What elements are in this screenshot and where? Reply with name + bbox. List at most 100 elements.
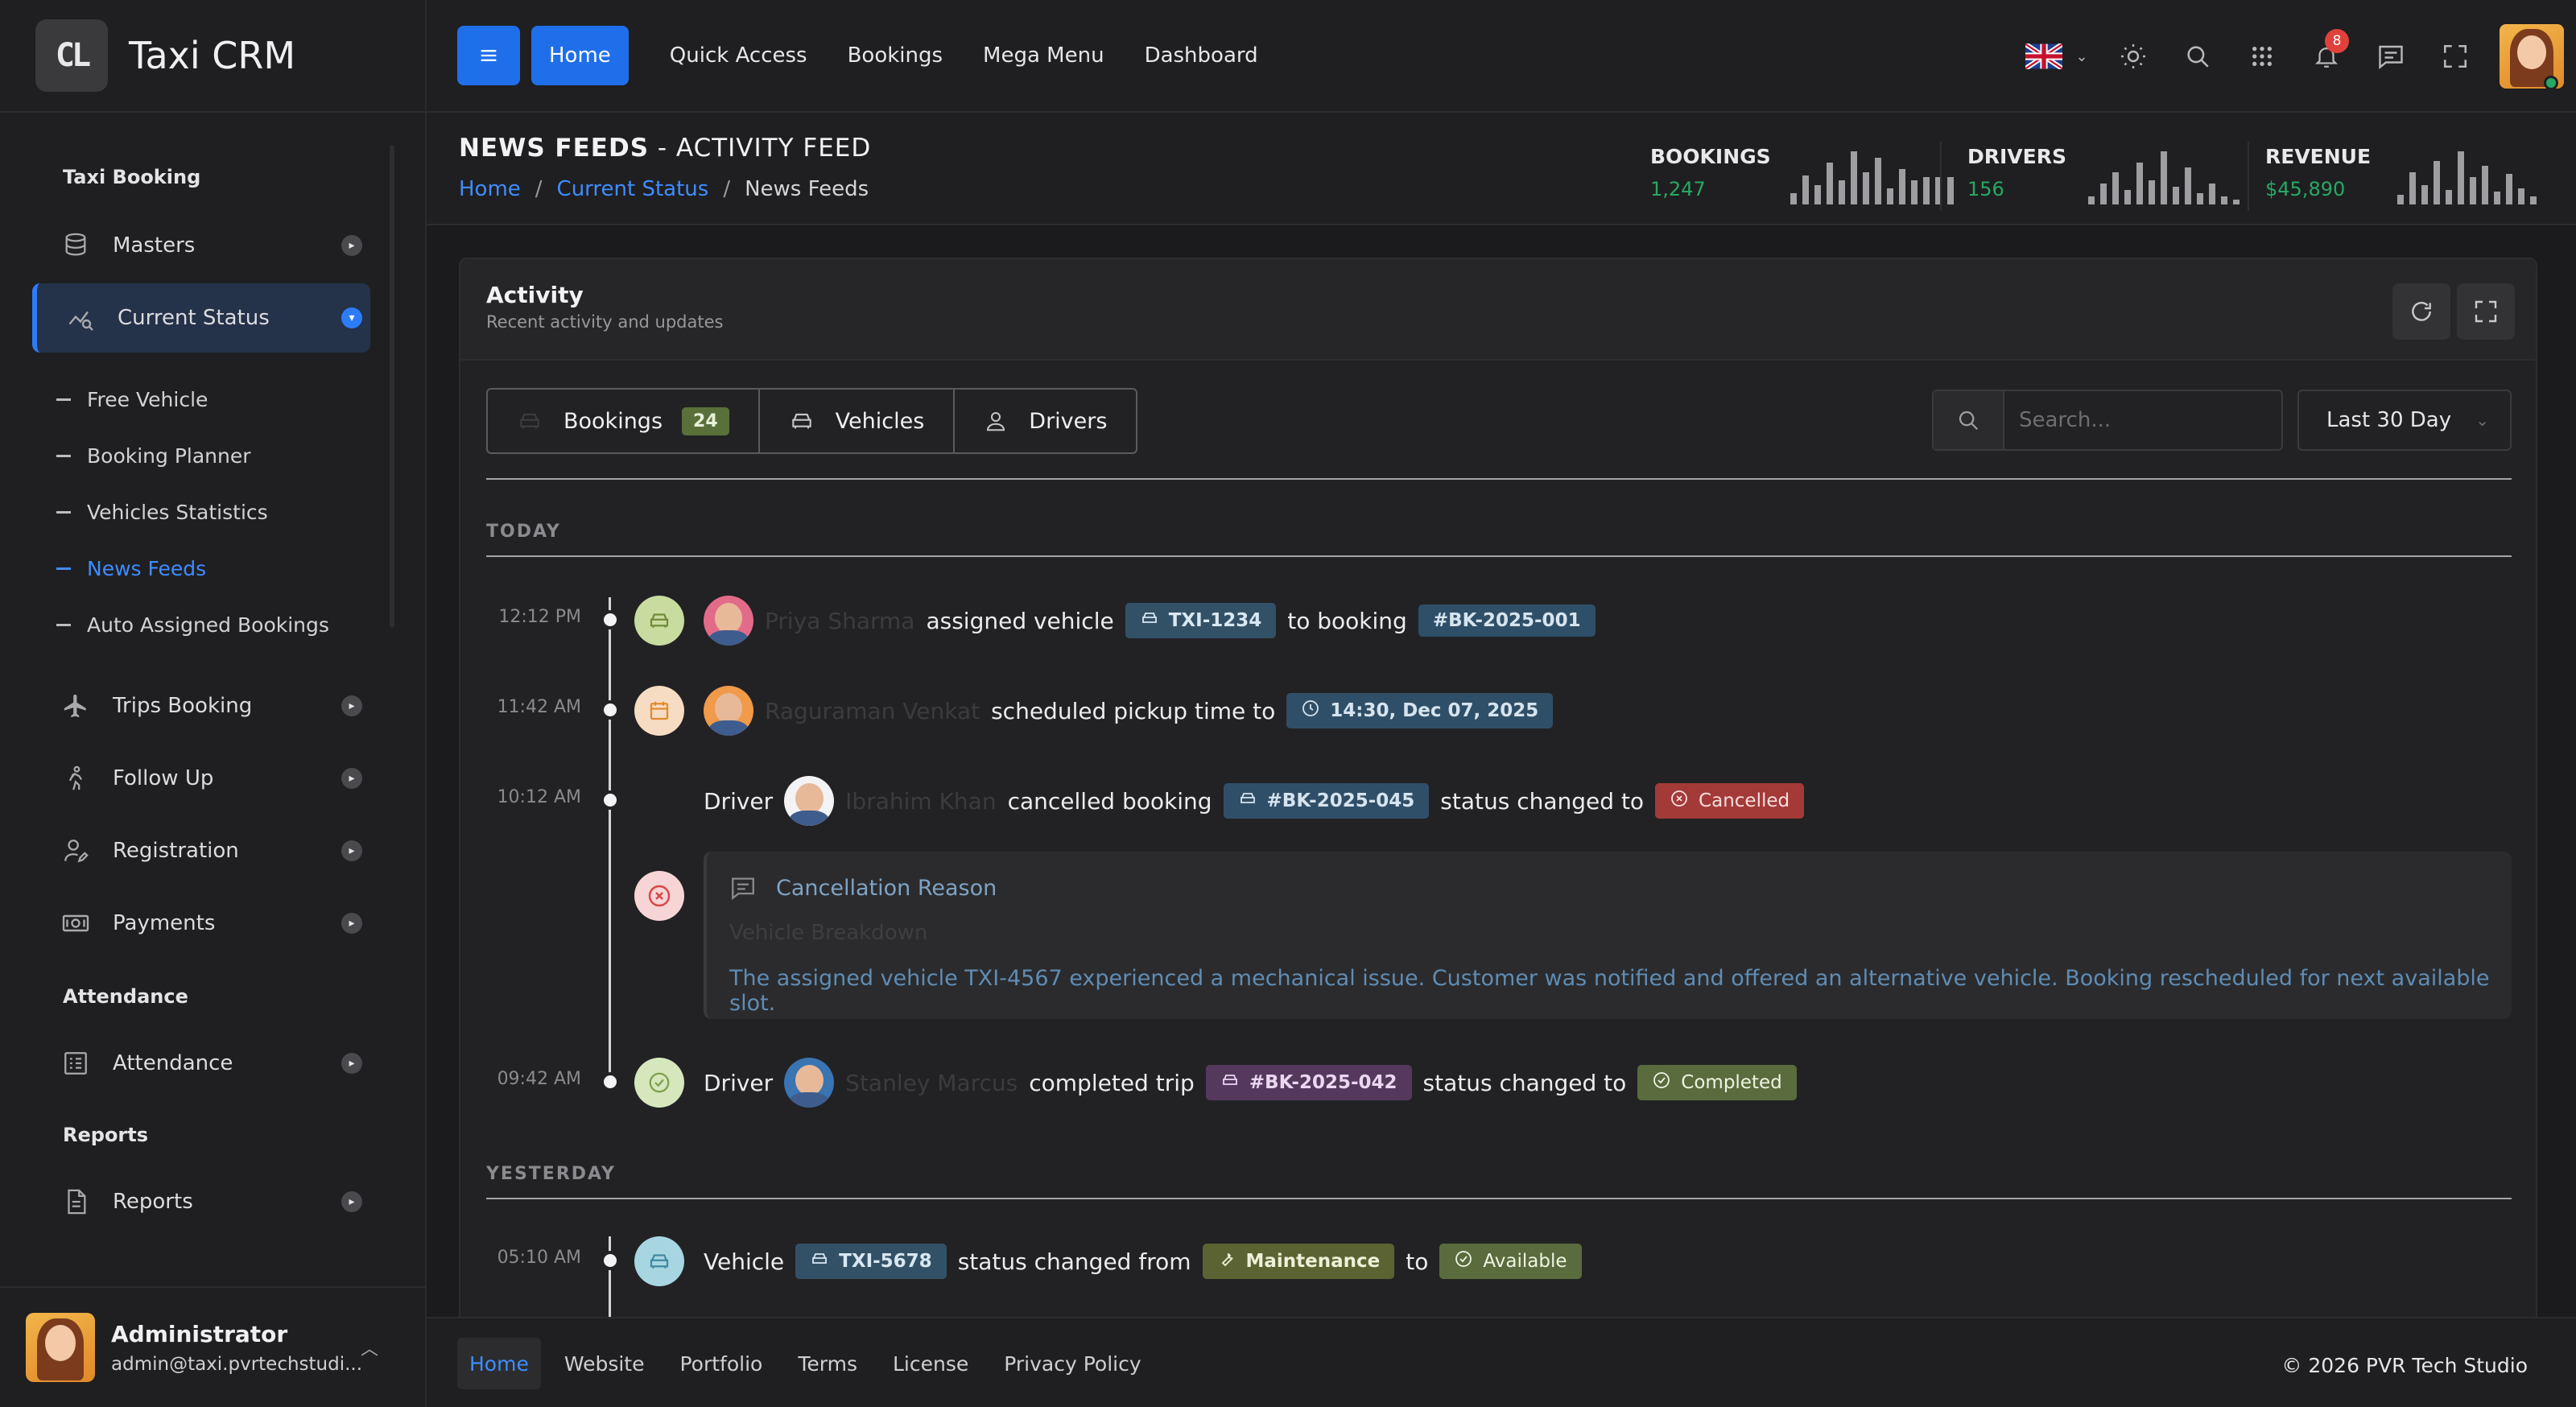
event-time: 09:42 AM xyxy=(497,1069,581,1089)
chevron-up-icon[interactable]: ︿ xyxy=(361,1335,378,1360)
stat-value: 156 xyxy=(1967,178,2004,200)
chevron-down-icon: ⌄ xyxy=(2075,47,2088,65)
brand[interactable]: CL Taxi CRM xyxy=(0,0,425,113)
activity-title: Activity xyxy=(486,282,584,308)
group-label-yesterday: YESTERDAY xyxy=(486,1164,616,1184)
database-icon xyxy=(60,229,92,262)
footer-link-home[interactable]: Home xyxy=(457,1338,541,1389)
divider xyxy=(486,478,2512,480)
check-circle-icon xyxy=(1652,1071,1671,1095)
nav-dashboard[interactable]: Dashboard xyxy=(1125,26,1278,85)
sidebar-item-reports[interactable]: Reports ▸ xyxy=(32,1167,370,1236)
divider xyxy=(486,1198,2512,1199)
event-prefix: Driver xyxy=(704,787,774,815)
event-body: Driver Stanley Marcus completed trip #BK… xyxy=(704,1058,1808,1108)
sidebar-item-registration[interactable]: Registration ▸ xyxy=(32,816,370,885)
activity-card: Activity Recent activity and updates Boo… xyxy=(459,258,2537,1384)
header-actions: ⌄ 8 xyxy=(2013,0,2576,113)
spark-bar xyxy=(1875,158,1881,204)
sidebar-sub-free-vehicle[interactable]: Free Vehicle xyxy=(56,388,208,411)
theme-toggle-button[interactable] xyxy=(2101,24,2165,89)
wrench-icon xyxy=(1217,1249,1236,1273)
nav-mega-menu[interactable]: Mega Menu xyxy=(963,26,1125,85)
dash-icon xyxy=(56,624,71,626)
sidebar-item-follow-up[interactable]: Follow Up ▸ xyxy=(32,744,370,813)
tab-vehicles[interactable]: Vehicles xyxy=(760,390,956,452)
footer: Home Website Portfolio Terms License Pri… xyxy=(427,1317,2576,1407)
vehicle-id: TXI-1234 xyxy=(1168,610,1262,631)
sidebar-sub-news-feeds[interactable]: News Feeds xyxy=(56,557,206,580)
event-body: Priya Sharma assigned vehicle TXI-1234 t… xyxy=(704,596,1607,646)
spark-bar xyxy=(2197,193,2203,204)
footer-link-portfolio[interactable]: Portfolio xyxy=(668,1338,775,1389)
attendance-icon xyxy=(60,1047,92,1079)
sidebar-item-masters[interactable]: Masters ▸ xyxy=(32,211,370,280)
user-profile[interactable]: Administrator admin@taxi.pvrtechstudi...… xyxy=(0,1286,427,1407)
event-body: Driver Ibrahim Khan cancelled booking #B… xyxy=(704,776,1815,826)
sidebar-item-current-status[interactable]: Current Status ▾ xyxy=(32,283,370,353)
stat-value: $45,890 xyxy=(2265,178,2346,200)
language-selector[interactable]: ⌄ xyxy=(2013,24,2101,89)
booking-badge[interactable]: #BK-2025-001 xyxy=(1418,604,1596,637)
search-input[interactable] xyxy=(2004,408,2270,432)
sidebar-sub-booking-planner[interactable]: Booking Planner xyxy=(56,444,251,468)
stat-revenue: REVENUE $45,890 xyxy=(2265,145,2371,209)
header-search-button[interactable] xyxy=(2165,24,2230,89)
messages-button[interactable] xyxy=(2359,24,2423,89)
menu-toggle-button[interactable] xyxy=(457,26,520,85)
car-icon xyxy=(1238,789,1257,813)
cancellation-reason-label: Vehicle Breakdown xyxy=(729,921,928,945)
event-time: 11:42 AM xyxy=(497,697,581,717)
breadcrumb-current-status[interactable]: Current Status xyxy=(557,177,709,201)
expand-button[interactable] xyxy=(2457,283,2515,340)
notifications-button[interactable]: 8 xyxy=(2294,24,2359,89)
spark-bar xyxy=(1802,175,1809,204)
fullscreen-icon xyxy=(2475,300,2497,323)
event-actor[interactable]: Raguraman Venkat xyxy=(765,698,980,724)
event-body: Raguraman Venkat scheduled pickup time t… xyxy=(704,686,1564,736)
spark-bar xyxy=(2088,196,2095,204)
tab-drivers[interactable]: Drivers xyxy=(955,390,1136,452)
sidebar-item-label: Masters xyxy=(113,233,196,258)
date-range-select[interactable]: Last 30 Day ⌄ xyxy=(2297,390,2512,451)
breadcrumb-separator: / xyxy=(723,177,731,201)
notification-count-badge: 8 xyxy=(2325,29,2349,53)
sidebar-item-attendance[interactable]: Attendance ▸ xyxy=(32,1029,370,1098)
status-badge-maintenance: Maintenance xyxy=(1202,1244,1395,1279)
booking-badge[interactable]: #BK-2025-045 xyxy=(1223,783,1430,819)
footer-link-license[interactable]: License xyxy=(881,1338,980,1389)
spark-bar xyxy=(1923,177,1930,204)
nav-home[interactable]: Home xyxy=(531,26,629,85)
booking-badge[interactable]: #BK-2025-042 xyxy=(1205,1065,1412,1100)
divider xyxy=(486,555,2512,557)
sidebar-item-label: Reports xyxy=(113,1190,193,1214)
sidebar-item-trips-booking[interactable]: Trips Booking ▸ xyxy=(32,671,370,741)
chevron-down-icon: ▾ xyxy=(341,307,362,328)
sidebar-sub-vehicles-statistics[interactable]: Vehicles Statistics xyxy=(56,501,268,524)
nav-bookings[interactable]: Bookings xyxy=(828,26,963,85)
sidebar-scrollbar[interactable] xyxy=(390,145,394,628)
sidebar-item-payments[interactable]: Payments ▸ xyxy=(32,889,370,958)
profile-menu[interactable] xyxy=(2487,0,2576,113)
vehicle-badge[interactable]: TXI-1234 xyxy=(1125,603,1277,638)
refresh-button[interactable] xyxy=(2392,283,2450,340)
spark-bar xyxy=(1839,180,1845,204)
vehicle-badge[interactable]: TXI-5678 xyxy=(795,1244,947,1279)
event-actor[interactable]: Ibrahim Khan xyxy=(845,788,996,815)
top-nav: Home Quick Access Bookings Mega Menu Das… xyxy=(531,26,1278,85)
page-scrollbar[interactable] xyxy=(2568,225,2576,1317)
footer-link-terms[interactable]: Terms xyxy=(786,1338,869,1389)
footer-link-privacy-policy[interactable]: Privacy Policy xyxy=(992,1338,1153,1389)
fullscreen-button[interactable] xyxy=(2423,24,2487,89)
avatar xyxy=(784,1058,835,1108)
spark-bar xyxy=(2458,151,2464,204)
nav-quick-access[interactable]: Quick Access xyxy=(650,26,828,85)
spark-bar xyxy=(2173,187,2179,204)
tab-bookings[interactable]: Bookings 24 xyxy=(488,390,760,452)
apps-button[interactable] xyxy=(2230,24,2294,89)
sidebar-sub-auto-assigned-bookings[interactable]: Auto Assigned Bookings xyxy=(56,613,329,637)
event-actor[interactable]: Stanley Marcus xyxy=(845,1070,1018,1096)
breadcrumb-home[interactable]: Home xyxy=(459,177,521,201)
event-actor[interactable]: Priya Sharma xyxy=(765,608,914,634)
footer-link-website[interactable]: Website xyxy=(552,1338,657,1389)
